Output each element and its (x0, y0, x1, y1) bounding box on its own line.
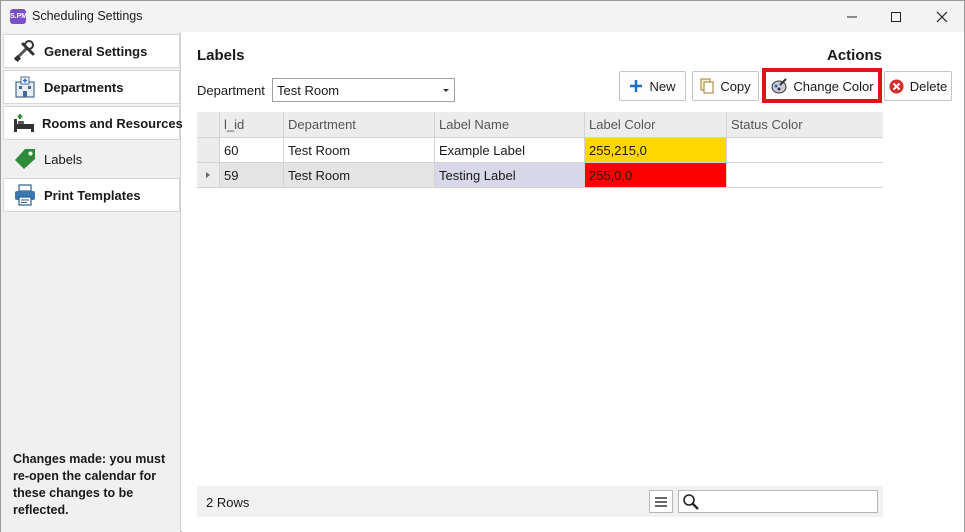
maximize-icon (891, 11, 901, 22)
labels-grid: l_id Department Label Name Label Color S… (197, 112, 883, 189)
new-button-label: New (649, 78, 676, 94)
row-selector-header (197, 112, 220, 137)
bed-icon (12, 111, 36, 135)
cell-label-color[interactable]: 255,215,0 (585, 138, 727, 162)
column-header-status-color[interactable]: Status Color (727, 112, 883, 137)
cell-label-color[interactable]: 255,0,0 (585, 163, 727, 187)
cell-label-name[interactable]: Example Label (435, 138, 585, 162)
sidebar-item-rooms-and-resources[interactable]: Rooms and Resources (3, 106, 183, 140)
delete-button[interactable]: Delete (884, 71, 952, 101)
actions-title: Actions (827, 47, 883, 64)
cell-status-color[interactable] (727, 163, 883, 187)
department-select-value: Test Room (277, 83, 340, 98)
sidebar-item-label: Labels (44, 151, 83, 167)
column-header-label-color[interactable]: Label Color (585, 112, 727, 137)
column-header-department[interactable]: Department (284, 112, 435, 137)
sidebar-item-label: Print Templates (44, 187, 141, 203)
copy-button-label: Copy (720, 78, 751, 94)
labels-panel: Labels Actions Department Test Room New … (182, 32, 964, 532)
department-label: Department (197, 83, 265, 98)
current-row-indicator-icon (206, 172, 210, 178)
row-selector[interactable] (197, 163, 220, 187)
column-header-label-name[interactable]: Label Name (435, 112, 585, 137)
scheduling-settings-window: S.PM Scheduling Settings General Setting… (0, 0, 965, 532)
minimize-button[interactable] (829, 1, 875, 32)
close-icon (936, 11, 948, 22)
change-color-highlight (762, 68, 882, 103)
search-icon (682, 493, 700, 514)
tools-icon (12, 39, 38, 63)
department-select[interactable]: Test Room (272, 78, 455, 102)
delete-button-label: Delete (909, 78, 948, 94)
cell-l-id[interactable]: 60 (220, 138, 284, 162)
new-button[interactable]: New (619, 71, 686, 101)
delete-icon (889, 79, 904, 94)
cell-label-name[interactable]: Testing Label (435, 163, 585, 187)
title-bar: S.PM Scheduling Settings (1, 1, 964, 32)
plus-icon (629, 79, 643, 93)
sidebar-item-departments[interactable]: Departments (3, 70, 180, 104)
copy-icon (700, 78, 714, 94)
chevron-down-icon (443, 89, 449, 92)
grid-menu-button[interactable] (649, 490, 673, 513)
sidebar-item-print-templates[interactable]: Print Templates (3, 178, 180, 212)
search-input[interactable] (678, 490, 878, 513)
printer-icon (12, 183, 38, 207)
window-title: Scheduling Settings (32, 9, 143, 23)
cell-department[interactable]: Test Room (284, 163, 435, 187)
labels-title: Labels (197, 47, 245, 64)
maximize-button[interactable] (873, 1, 919, 32)
sidebar-item-general-settings[interactable]: General Settings (3, 34, 180, 68)
cell-department[interactable]: Test Room (284, 138, 435, 162)
close-button[interactable] (919, 1, 965, 32)
sidebar-item-labels[interactable]: Labels (3, 142, 180, 176)
sidebar-item-label: Departments (44, 79, 124, 95)
row-selector[interactable] (197, 138, 220, 162)
app-icon: S.PM (10, 9, 27, 24)
cell-status-color[interactable] (727, 138, 883, 162)
minimize-icon (847, 16, 857, 17)
hospital-icon (12, 75, 38, 99)
grid-header: l_id Department Label Name Label Color S… (197, 112, 883, 138)
table-row[interactable]: 59 Test Room Testing Label 255,0,0 (197, 163, 883, 188)
tag-icon (12, 147, 38, 171)
sidebar-item-label: Rooms and Resources (42, 115, 183, 131)
settings-sidebar: General Settings Departments Rooms and R… (1, 32, 183, 532)
table-row[interactable]: 60 Test Room Example Label 255,215,0 (197, 138, 883, 163)
grid-footer: 2 Rows (197, 486, 883, 517)
column-header-l-id[interactable]: l_id (220, 112, 284, 137)
changes-note: Changes made: you must re-open the calen… (13, 452, 166, 517)
rows-count: 2 Rows (206, 495, 250, 510)
hamburger-icon (655, 496, 667, 507)
cell-l-id[interactable]: 59 (220, 163, 284, 187)
copy-button[interactable]: Copy (692, 71, 759, 101)
sidebar-item-label: General Settings (44, 43, 148, 59)
